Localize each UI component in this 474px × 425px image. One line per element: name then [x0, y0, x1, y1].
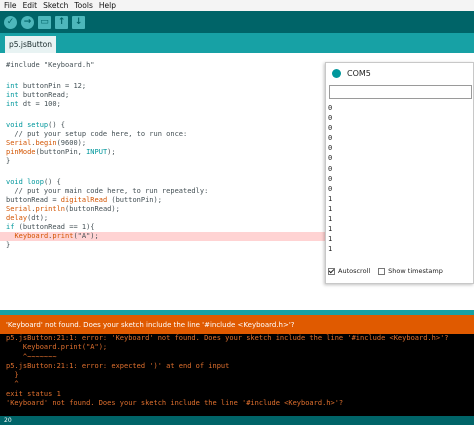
menu-bar: File Edit Sketch Tools Help	[0, 0, 474, 11]
console-output: p5.jsButton:21:1: error: 'Keyboard' not …	[0, 334, 474, 416]
console-line: p5.jsButton:21:1: error: expected ')' at…	[6, 361, 230, 370]
arrow-up-icon: ↑	[57, 16, 66, 27]
code-line: // put your setup code here, to run once…	[6, 130, 188, 138]
code-line: if (buttonRead == 1){	[6, 223, 95, 231]
code-line: delay(dt);	[6, 214, 49, 222]
status-bar: 20	[0, 416, 474, 425]
verify-button[interactable]: ✓	[4, 15, 17, 29]
serial-send-input[interactable]	[329, 85, 472, 99]
error-banner: 'Keyboard' not found. Does your sketch i…	[0, 315, 474, 334]
serial-output-line: 1	[328, 245, 333, 254]
code-line: void setup() {	[6, 121, 66, 129]
serial-output-line: 0	[328, 134, 333, 143]
code-line: int buttonRead;	[6, 91, 70, 99]
code-line: }	[6, 241, 11, 249]
upload-button[interactable]: →	[21, 15, 34, 29]
serial-monitor-title: COM5	[347, 68, 371, 78]
autoscroll-label: Autoscroll	[338, 267, 371, 275]
serial-output-line: 0	[328, 124, 333, 133]
serial-output-line: 0	[328, 104, 333, 112]
line-number: 20	[4, 417, 12, 424]
menu-sketch[interactable]: Sketch	[43, 1, 68, 10]
console-line: }	[6, 371, 19, 380]
console-line: Keyboard.print("A");	[6, 343, 108, 352]
code-line: int dt = 100;	[6, 100, 61, 108]
check-icon: ✓	[6, 16, 15, 27]
serial-output-line: 1	[328, 225, 333, 234]
code-line: }	[6, 157, 11, 165]
open-button[interactable]: ↑	[55, 15, 68, 29]
code-line: Serial.println(buttonRead);	[6, 205, 120, 213]
serial-output-line: 0	[328, 114, 333, 123]
code-line: Serial.begin(9600);	[6, 139, 87, 147]
save-button[interactable]: ↓	[72, 15, 85, 29]
tab-p5-jsbutton[interactable]: p5.jsButton	[5, 36, 56, 53]
code-line: // put your main code here, to run repea…	[6, 187, 209, 195]
menu-help[interactable]: Help	[99, 1, 116, 10]
arrow-down-icon: ↓	[74, 16, 83, 27]
console-line: ^	[6, 380, 19, 389]
menu-tools[interactable]: Tools	[74, 1, 92, 10]
code-line: pinMode(buttonPin, INPUT);	[6, 148, 116, 156]
code-line-error: Keyboard.print("A");	[14, 232, 99, 240]
code-line: buttonRead = digitalRead (buttonPin);	[6, 196, 162, 204]
code-line: #include "Keyboard.h"	[6, 61, 95, 69]
error-message: 'Keyboard' not found. Does your sketch i…	[6, 320, 295, 329]
serial-output-line: 0	[328, 154, 333, 163]
serial-output-line: 1	[328, 194, 333, 203]
serial-output-line: 0	[328, 184, 333, 193]
new-file-icon: ▭	[40, 16, 49, 27]
show-timestamp-checkbox[interactable]	[378, 267, 386, 275]
console-line: 'Keyboard' not found. Does your sketch i…	[6, 399, 344, 408]
arrow-right-icon: →	[23, 16, 32, 27]
code-line: void loop() {	[6, 178, 61, 186]
serial-output: 0 0 0 0 0 0 0 0 0 1 1 1 1 1 1	[328, 103, 472, 261]
console-line: p5.jsButton:21:1: error: 'Keyboard' not …	[6, 334, 449, 342]
serial-monitor-window: COM5 0 0 0 0 0 0 0 0 0 1 1 1 1 1 1 Autos…	[325, 62, 474, 284]
menu-edit[interactable]: Edit	[23, 1, 38, 10]
tab-bar: p5.jsButton	[0, 33, 474, 53]
serial-output-line: 1	[328, 204, 333, 213]
arduino-icon	[332, 68, 341, 78]
serial-monitor-title-bar[interactable]: COM5	[326, 63, 473, 83]
serial-output-line: 1	[328, 235, 333, 244]
toolbar: ✓ → ▭ ↑ ↓	[0, 11, 474, 33]
code-line: int buttonPin = 12;	[6, 82, 87, 90]
menu-file[interactable]: File	[4, 1, 17, 10]
serial-output-line: 0	[328, 174, 333, 183]
show-timestamp-label: Show timestamp	[388, 267, 443, 275]
serial-output-line: 1	[328, 215, 333, 224]
serial-output-line: 0	[328, 144, 333, 153]
new-button[interactable]: ▭	[38, 15, 51, 29]
serial-output-line: 0	[328, 164, 333, 173]
console-line: ^~~~~~~~	[6, 352, 57, 361]
autoscroll-checkbox[interactable]	[328, 267, 335, 275]
console-line: exit status 1	[6, 389, 61, 398]
serial-options: Autoscroll Show timestamp	[328, 264, 472, 278]
